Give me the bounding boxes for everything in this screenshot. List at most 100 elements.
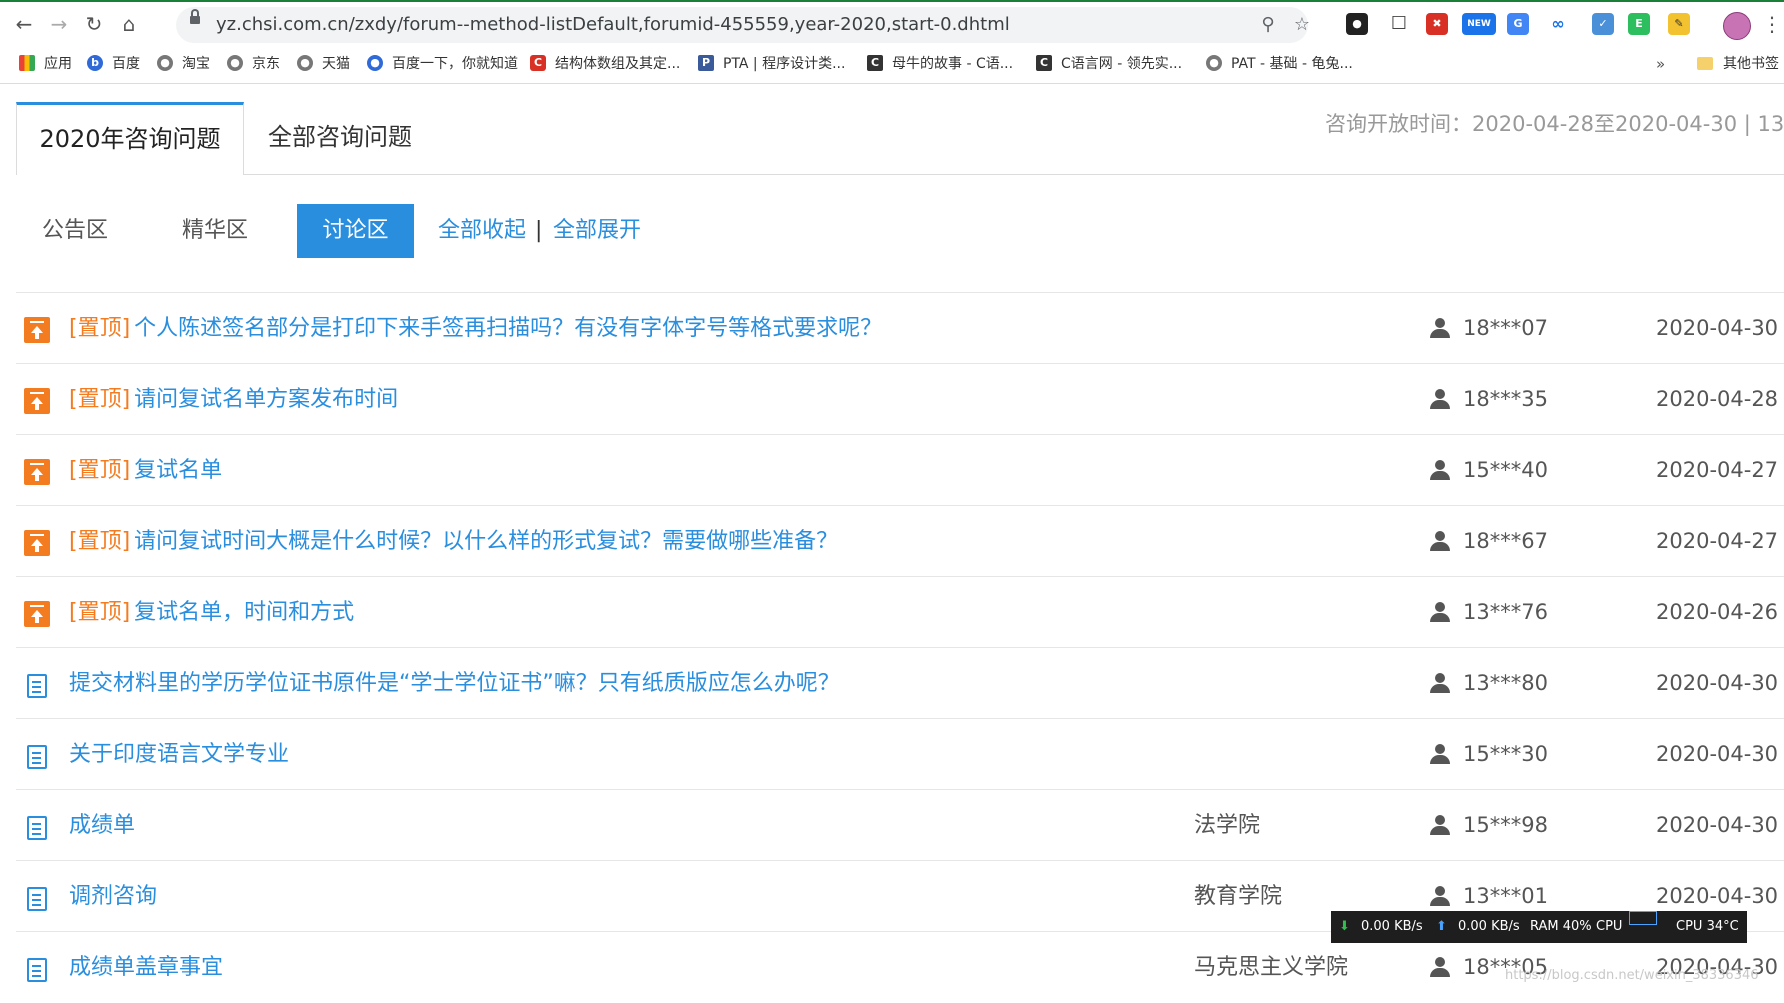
- other-bookmarks-folder[interactable]: 其他书签: [1697, 44, 1779, 84]
- thread-author: 15***40: [1463, 458, 1548, 482]
- subnav-announcements[interactable]: 公告区: [42, 204, 108, 258]
- thread-date: 2020-04-28 1: [1656, 387, 1784, 411]
- bookmarks-overflow-button[interactable]: »: [1656, 44, 1665, 84]
- watermark-text: https://blog.csdn.net/weixin_38336346: [1505, 968, 1759, 983]
- globe-icon: ●: [297, 55, 313, 71]
- pinned-tag: [置顶]: [69, 529, 131, 554]
- thread-title-link[interactable]: 关于印度语言文学专业: [69, 719, 289, 790]
- c-icon: C: [1036, 55, 1052, 71]
- thread-author: 18***35: [1463, 387, 1548, 411]
- back-arrow-icon[interactable]: ←: [12, 12, 36, 36]
- bookmark-label: PAT - 基础 - 龟兔...: [1231, 56, 1353, 72]
- extension-adblock-icon[interactable]: ✖: [1426, 13, 1448, 35]
- thread-title[interactable]: 复试名单，时间和方式: [134, 600, 354, 625]
- extension-new-icon[interactable]: NEW: [1462, 13, 1496, 35]
- thread-title-link[interactable]: 成绩单: [69, 790, 135, 861]
- zoom-icon[interactable]: ⚲: [1256, 13, 1280, 37]
- thread-title-link[interactable]: [置顶] 复试名单: [69, 435, 222, 506]
- table-row[interactable]: [置顶] 请问复试名单方案发布时间 18***35 2020-04-28 1: [16, 363, 1784, 435]
- thread-title[interactable]: 请问复试时间大概是什么时候？以什么样的形式复试？需要做哪些准备？: [134, 529, 838, 554]
- table-row[interactable]: [置顶] 请问复试时间大概是什么时候？以什么样的形式复试？需要做哪些准备？ 18*…: [16, 505, 1784, 577]
- year-tabs: 2020年咨询问题 全部咨询问题 咨询开放时间：2020-04-28至2020-…: [0, 84, 1784, 176]
- forward-arrow-icon[interactable]: →: [47, 12, 71, 36]
- thread-title[interactable]: 复试名单: [134, 458, 222, 483]
- ram-usage: RAM 40%: [1530, 919, 1592, 934]
- bookmark-pat[interactable]: ● PAT - 基础 - 龟兔...: [1206, 44, 1353, 84]
- thread-title[interactable]: 成绩单: [69, 813, 135, 838]
- user-icon: [1430, 460, 1450, 480]
- pin-top-icon: [24, 601, 50, 627]
- table-row[interactable]: 提交材料里的学历学位证书原件是“学士学位证书”嘛？只有纸质版应怎么办呢？ 13*…: [16, 647, 1784, 719]
- pinned-tag: [置顶]: [69, 387, 131, 412]
- thread-title[interactable]: 关于印度语言文学专业: [69, 742, 289, 767]
- pinned-tag: [置顶]: [69, 316, 131, 341]
- user-icon: [1430, 602, 1450, 622]
- bookmark-apps[interactable]: 应用: [19, 44, 72, 84]
- folder-icon: [1697, 56, 1713, 70]
- thread-title[interactable]: 提交材料里的学历学位证书原件是“学士学位证书”嘛？只有纸质版应怎么办呢？: [69, 671, 840, 696]
- address-bar[interactable]: yz.chsi.com.cn/zxdy/forum--method-listDe…: [176, 7, 1310, 43]
- lock-icon[interactable]: [190, 9, 200, 24]
- tab-2020-questions[interactable]: 2020年咨询问题: [16, 102, 244, 175]
- bookmark-pta[interactable]: P PTA | 程序设计类...: [698, 44, 845, 84]
- thread-title[interactable]: 调剂咨询: [69, 884, 157, 909]
- document-icon: [27, 887, 47, 911]
- baidu-icon: b: [87, 55, 103, 71]
- extension-ghost-icon[interactable]: ●: [1346, 13, 1368, 35]
- thread-date: 2020-04-26 1: [1656, 600, 1784, 624]
- user-icon: [1430, 673, 1450, 693]
- download-speed: 0.00 KB/s: [1361, 919, 1423, 934]
- collapse-all-link[interactable]: 全部收起: [438, 204, 526, 258]
- profile-avatar[interactable]: [1723, 12, 1751, 40]
- thread-title-link[interactable]: 成绩单盖章事宜: [69, 932, 223, 1003]
- network-monitor-widget[interactable]: ⬇ 0.00 KB/s ⬆ 0.00 KB/s RAM 40% CPU CPU …: [1331, 911, 1747, 943]
- upload-speed: 0.00 KB/s: [1458, 919, 1520, 934]
- tab-all-questions[interactable]: 全部咨询问题: [268, 102, 412, 172]
- thread-title[interactable]: 成绩单盖章事宜: [69, 955, 223, 980]
- bookmark-struct-array[interactable]: C 结构体数组及其定...: [530, 44, 680, 84]
- extension-translate-icon[interactable]: G: [1507, 13, 1529, 35]
- table-row[interactable]: [置顶] 复试名单，时间和方式 13***76 2020-04-26 1: [16, 576, 1784, 648]
- bookmarks-bar: 应用 b 百度 ● 淘宝 ● 京东 ● 天猫 ● 百度一下，你就知道 C 结构体数组及其定.…: [0, 44, 1784, 84]
- table-row[interactable]: [置顶] 个人陈述签名部分是打印下来手签再扫描吗？有没有字体字号等格式要求呢？ 1…: [16, 292, 1784, 364]
- user-icon: [1430, 531, 1450, 551]
- bookmark-c-lang[interactable]: C C语言网 - 领先实...: [1036, 44, 1182, 84]
- table-row[interactable]: 关于印度语言文学专业 15***30 2020-04-30 1: [16, 718, 1784, 790]
- subnav-featured[interactable]: 精华区: [182, 204, 248, 258]
- bookmark-taobao[interactable]: ● 淘宝: [157, 44, 210, 84]
- cpu-temperature: CPU 34°C: [1676, 919, 1739, 934]
- thread-title-link[interactable]: 调剂咨询: [69, 861, 157, 932]
- bookmark-baidu-search[interactable]: ● 百度一下，你就知道: [367, 44, 518, 84]
- bookmark-tmall[interactable]: ● 天猫: [297, 44, 350, 84]
- pin-top-icon: [24, 317, 50, 343]
- subnav-discussion[interactable]: 讨论区: [297, 204, 414, 258]
- pin-top-icon: [24, 388, 50, 414]
- thread-title-link[interactable]: [置顶] 个人陈述签名部分是打印下来手签再扫描吗？有没有字体字号等格式要求呢？: [69, 293, 882, 364]
- table-row[interactable]: [置顶] 复试名单 15***40 2020-04-27 1: [16, 434, 1784, 506]
- thread-title-link[interactable]: [置顶] 请问复试名单方案发布时间: [69, 364, 398, 435]
- thread-author: 15***30: [1463, 742, 1548, 766]
- thread-title-link[interactable]: 提交材料里的学历学位证书原件是“学士学位证书”嘛？只有纸质版应怎么办呢？: [69, 648, 840, 719]
- thread-title[interactable]: 个人陈述签名部分是打印下来手签再扫描吗？有没有字体字号等格式要求呢？: [134, 316, 882, 341]
- table-row[interactable]: 成绩单 法学院 15***98 2020-04-30 1: [16, 789, 1784, 861]
- bookmark-label: 结构体数组及其定...: [555, 56, 681, 72]
- extension-notes-icon[interactable]: ✎: [1668, 13, 1690, 35]
- extension-bookmark-icon[interactable]: ☐: [1388, 13, 1410, 35]
- thread-title-link[interactable]: [置顶] 复试名单，时间和方式: [69, 577, 354, 648]
- bookmark-cow-story[interactable]: C 母牛的故事 - C语...: [867, 44, 1013, 84]
- home-icon[interactable]: ⌂: [117, 12, 141, 36]
- expand-all-link[interactable]: 全部展开: [553, 204, 641, 258]
- browser-menu-icon[interactable]: ⋮: [1762, 12, 1782, 36]
- bookmark-star-icon[interactable]: ☆: [1290, 13, 1314, 37]
- extension-checkmark-icon[interactable]: ✓: [1592, 13, 1614, 35]
- bookmark-jd[interactable]: ● 京东: [227, 44, 280, 84]
- thread-title[interactable]: 请问复试名单方案发布时间: [134, 387, 398, 412]
- extension-infinity-icon[interactable]: ∞: [1547, 13, 1569, 35]
- bookmark-baidu[interactable]: b 百度: [87, 44, 140, 84]
- user-icon: [1430, 744, 1450, 764]
- reload-icon[interactable]: ↻: [82, 12, 106, 36]
- thread-title-link[interactable]: [置顶] 请问复试时间大概是什么时候？以什么样的形式复试？需要做哪些准备？: [69, 506, 838, 577]
- thread-author: 15***98: [1463, 813, 1548, 837]
- url-text[interactable]: yz.chsi.com.cn/zxdy/forum--method-listDe…: [216, 7, 1010, 43]
- extension-evernote-icon[interactable]: E: [1628, 13, 1650, 35]
